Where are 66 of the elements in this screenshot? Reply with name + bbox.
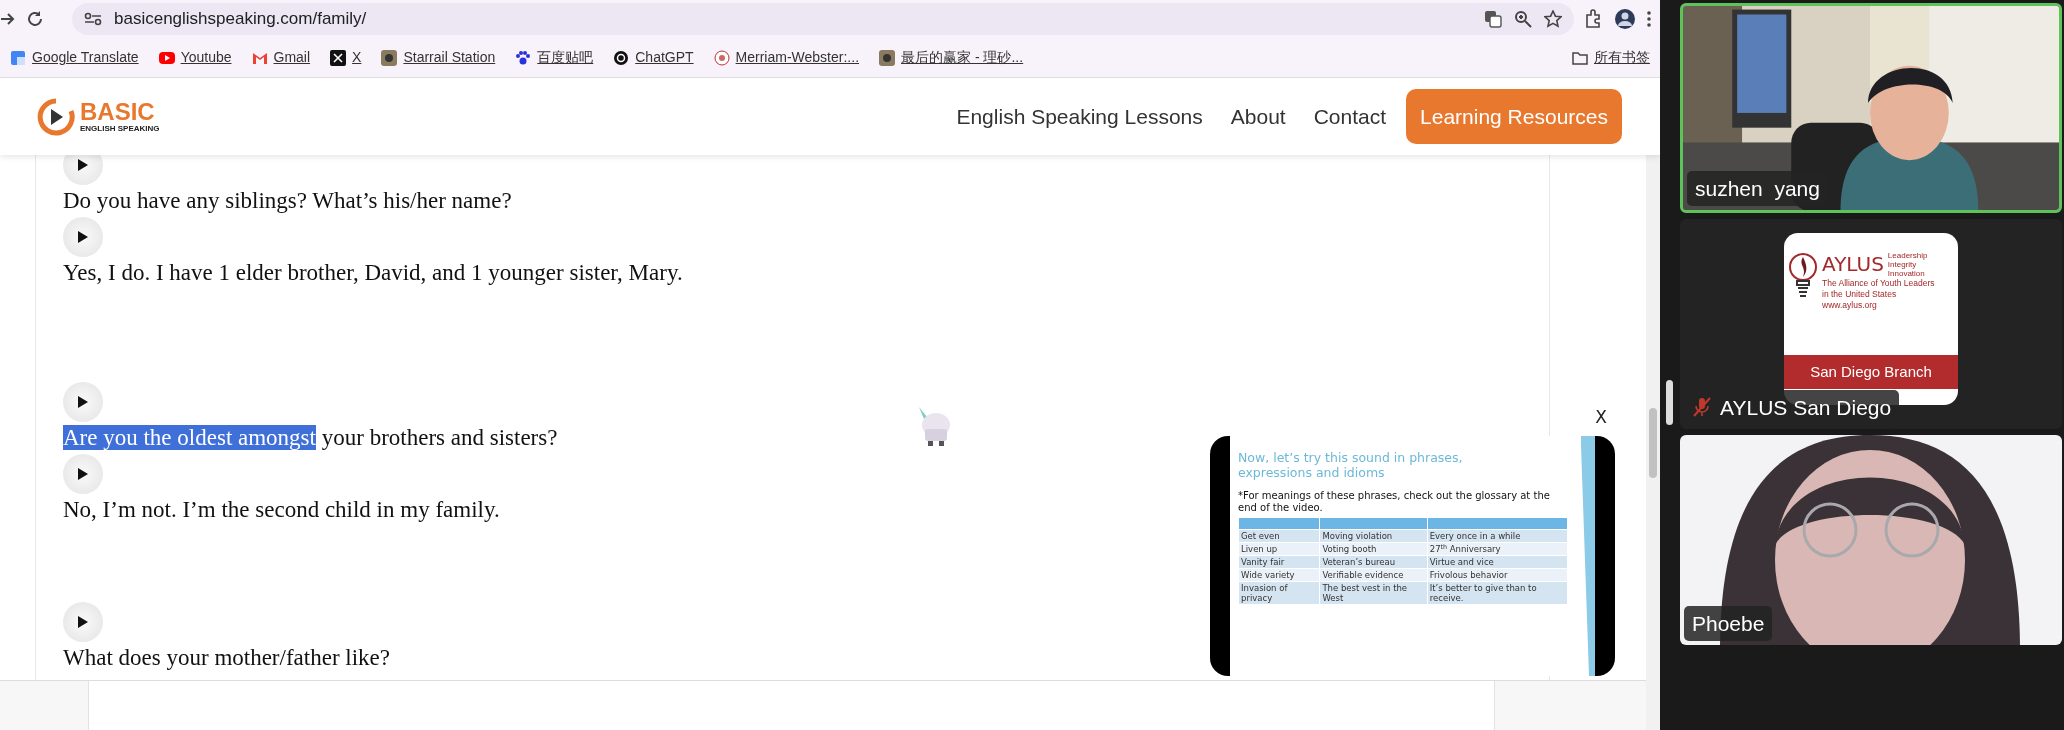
logo-motto: Innovation <box>1887 269 1926 278</box>
chat-logo-icon <box>613 49 630 66</box>
play-icon <box>77 467 89 481</box>
logo-text: in the United States <box>1822 289 1898 300</box>
sentence: Yes, I do. I have 1 elder brother, David, and 1 younger sister, Mary. <box>63 259 683 287</box>
reload-icon[interactable] <box>26 10 44 28</box>
branch-label: San Diego Branch <box>1784 354 1958 389</box>
play-icon <box>77 158 89 172</box>
paw-icon <box>515 49 532 66</box>
play-logo-icon <box>158 49 175 66</box>
logo-subtitle: ENGLISH SPEAKING <box>80 123 160 134</box>
menu-icon[interactable] <box>1646 10 1652 28</box>
bookmark-link[interactable]: ChatGPT <box>613 47 694 68</box>
bookmark-link[interactable]: X <box>330 47 362 68</box>
zoom-icon[interactable] <box>1514 10 1532 28</box>
bookmark-link[interactable]: Gmail <box>251 47 311 68</box>
logo-motto: Leadership <box>1887 251 1928 260</box>
x-logo-icon <box>330 49 347 66</box>
bookmark-link[interactable]: Starrail Station <box>381 47 496 68</box>
forward-icon[interactable] <box>0 11 16 27</box>
play-icon <box>77 230 89 244</box>
star-icon[interactable] <box>1544 10 1562 28</box>
play-button[interactable] <box>63 155 103 185</box>
logo-url: www.aylus.org <box>1822 300 1878 311</box>
game-icon <box>381 49 398 66</box>
bookmark-link[interactable]: 最后的赢家 - 理砂... <box>879 47 1024 68</box>
table-cell: It’s better to give than to receive. <box>1427 581 1568 605</box>
logo-title: BASIC <box>80 99 156 124</box>
slide-note: *For meanings of these phrases, check out the glossary at the end of the video. <box>1238 490 1551 514</box>
bookmark-link[interactable]: 百度贴吧 <box>515 47 594 68</box>
play-icon <box>77 395 89 409</box>
profile-avatar-icon[interactable] <box>1614 8 1636 30</box>
table-cell: Invasion of privacy <box>1238 581 1320 605</box>
logo-text: The Alliance of Youth Leaders <box>1822 278 1935 289</box>
play-button[interactable] <box>63 217 103 257</box>
translate-icon <box>10 49 26 66</box>
nav-link[interactable]: Contact <box>1313 100 1387 133</box>
site-logo[interactable]: BASIC ENGLISH SPEAKING <box>36 96 160 137</box>
sentence: Are you the oldest amongst your brothers and sisters? <box>63 424 558 452</box>
site-info-icon[interactable] <box>84 12 102 26</box>
play-button[interactable] <box>63 382 103 422</box>
all-bookmarks-link[interactable]: 所有书签 <box>1572 47 1650 68</box>
translate-icon[interactable] <box>1484 10 1502 28</box>
game-icon <box>879 49 896 66</box>
participant-name: Phoebe <box>1684 605 1773 641</box>
logo-title: AYLUS <box>1822 251 1884 278</box>
play-icon <box>77 615 89 629</box>
scrollbar-thumb[interactable] <box>1649 408 1657 478</box>
bookmark-link[interactable]: Merriam-Webster:... <box>713 47 860 68</box>
nav-link[interactable]: About <box>1230 100 1286 133</box>
play-button[interactable] <box>63 602 103 642</box>
slide-title: Now, let’s try this sound in phrases, expressions and idioms <box>1238 450 1464 480</box>
scrollbar-thumb[interactable] <box>1666 380 1673 425</box>
bookmark-link[interactable]: Google Translate <box>10 47 139 68</box>
address-bar[interactable]: basicenglishspeaking.com/family/ <box>72 3 1574 35</box>
play-button[interactable] <box>63 454 103 494</box>
bookmark-link[interactable]: Youtube <box>158 47 232 68</box>
sentence: Do you have any siblings? What’s his/her name? <box>63 187 512 215</box>
sentence: What does your mother/father like? <box>63 644 390 672</box>
sentence: No, I’m not. I’m the second child in my family. <box>63 496 500 524</box>
folder-icon <box>1572 50 1588 65</box>
close-button[interactable]: X <box>1590 406 1612 428</box>
nav-link[interactable]: English Speaking Lessons <box>956 100 1203 133</box>
logo-motto: Integrity <box>1887 260 1918 269</box>
dictionary-logo-icon <box>713 49 730 66</box>
play-logo-icon <box>36 96 76 137</box>
